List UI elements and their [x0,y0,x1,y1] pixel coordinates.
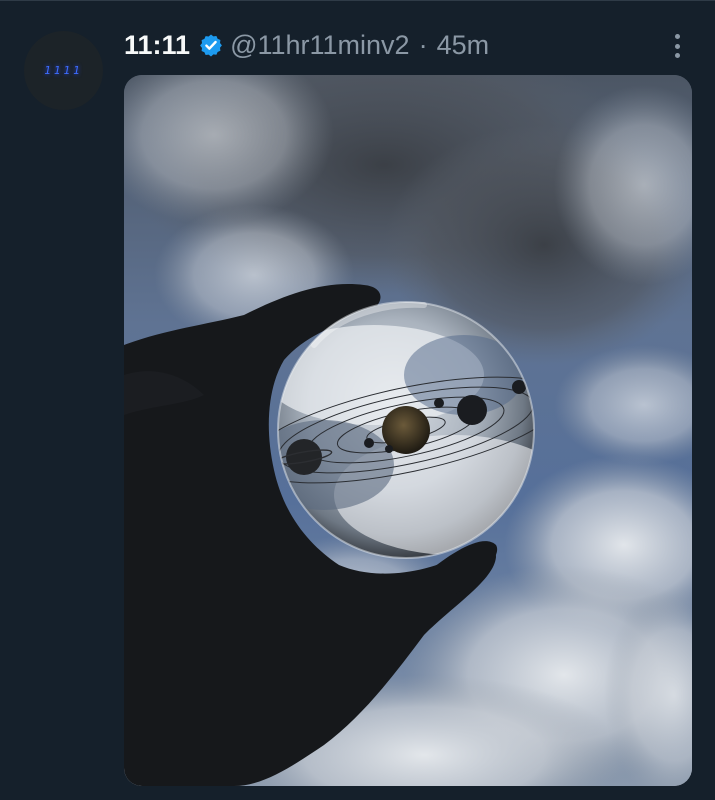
more-dot [674,34,680,39]
separator-dot: · [418,29,428,60]
tweet-header: 11:11 @11hr11minv2 · 45m [124,29,489,61]
more-dot [674,43,680,49]
more-options-icon[interactable] [668,32,686,60]
tweet[interactable]: 1111 11:11 @11hr11minv2 · 45m [0,0,715,800]
author-handle[interactable]: @11hr11minv2 [230,30,410,61]
photo-crystal-ball-solar-system [124,75,692,786]
more-dot [674,53,680,58]
author-display-name[interactable]: 11:11 [124,30,190,61]
tweet-media-photo[interactable] [124,75,692,786]
verified-badge-icon[interactable] [199,33,223,57]
tweet-timestamp[interactable]: 45m [437,30,490,61]
avatar-text: 1111 [44,64,83,77]
avatar[interactable]: 1111 [24,31,103,110]
